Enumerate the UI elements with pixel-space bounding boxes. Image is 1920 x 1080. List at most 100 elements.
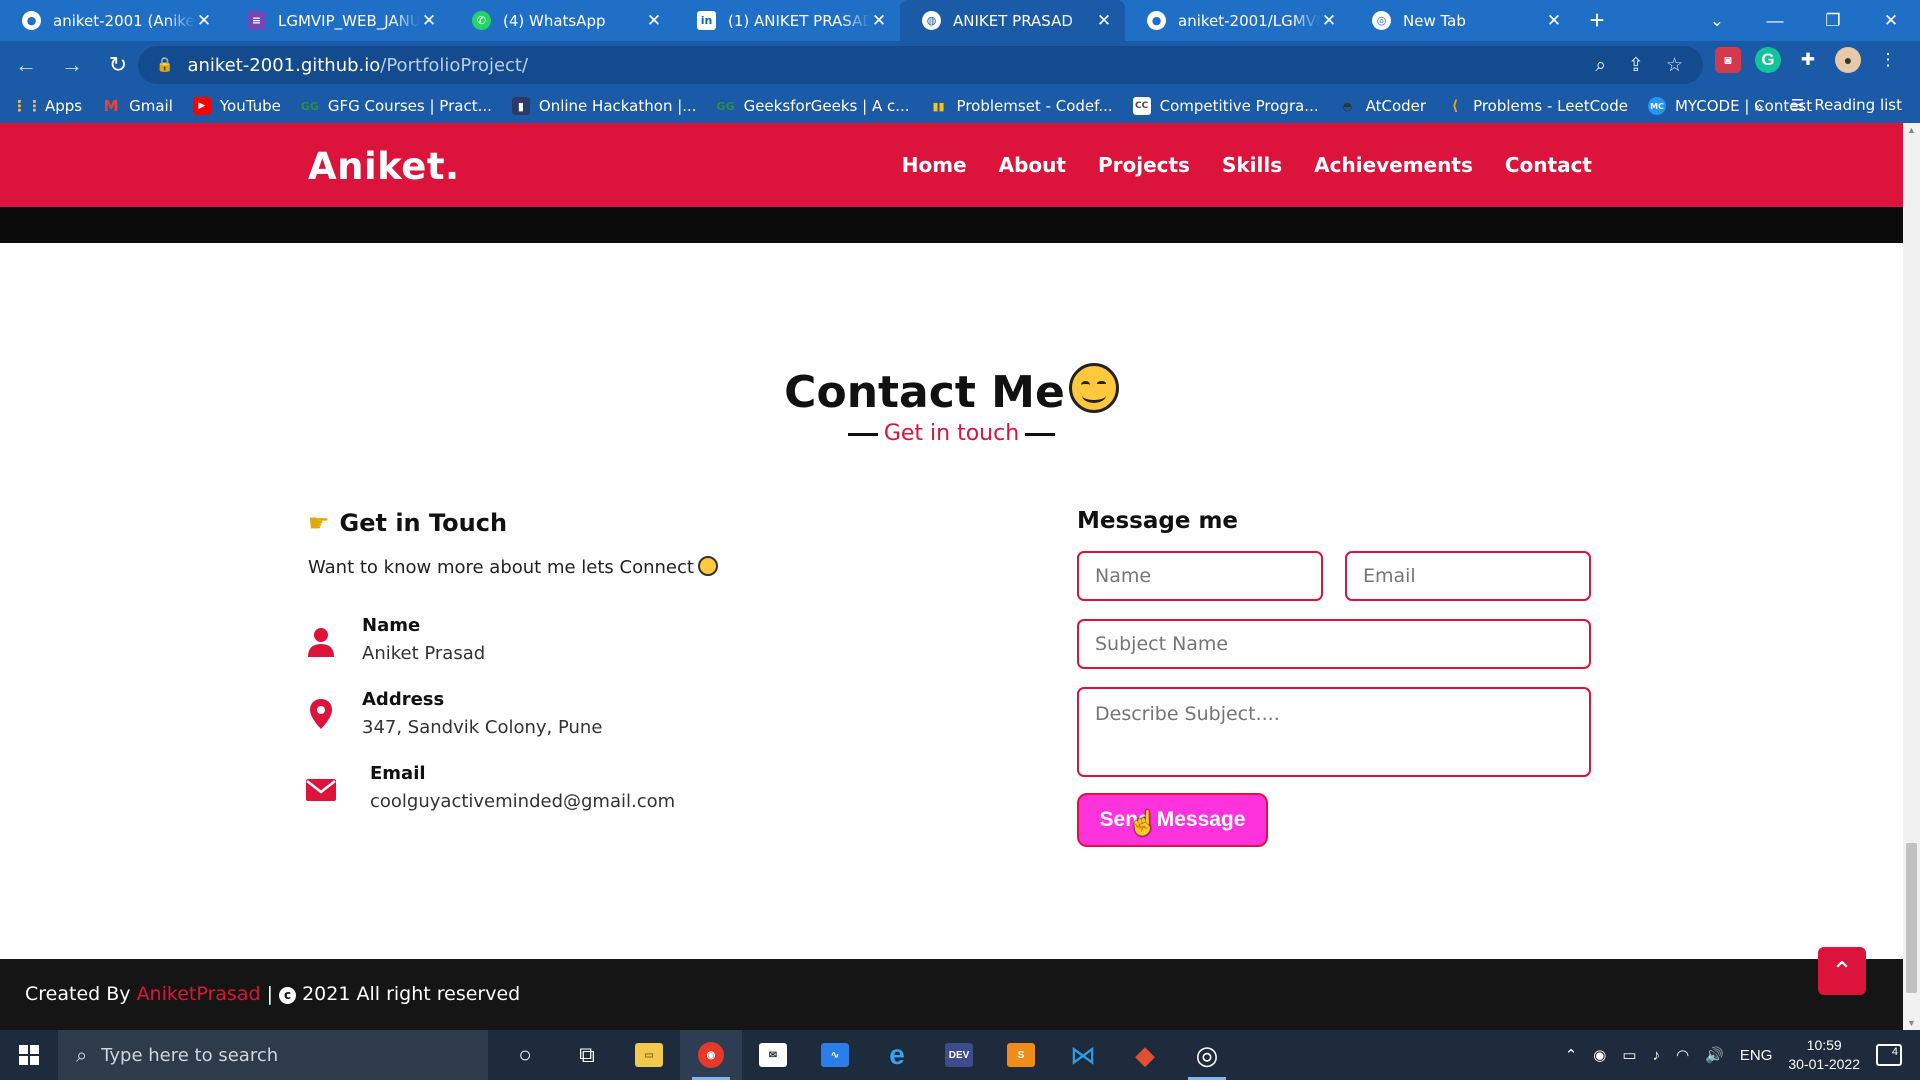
cortana-icon[interactable]: ○: [494, 1030, 556, 1080]
scroll-to-top-button[interactable]: ⌃: [1818, 947, 1866, 995]
site-menu: Home About Projects Skills Achievements …: [902, 153, 1592, 177]
nav-link-contact[interactable]: Contact: [1505, 153, 1592, 177]
pocket-extension-icon[interactable]: ◙: [1715, 47, 1741, 73]
git-icon[interactable]: ◆: [1114, 1030, 1176, 1080]
extensions-puzzle-icon[interactable]: ✚: [1795, 47, 1821, 73]
bookmark-gfg-courses[interactable]: GG GFG Courses | Pract...: [301, 97, 492, 115]
browser-tab-linkedin[interactable]: in (1) ANIKET PRASAD | LinkedIn ✕: [675, 0, 900, 41]
microphone-icon[interactable]: ♪: [1653, 1047, 1661, 1064]
subject-input[interactable]: [1077, 619, 1591, 669]
close-icon[interactable]: ✕: [1545, 11, 1563, 31]
contact-info-name: Name Aniket Prasad: [306, 615, 485, 664]
close-icon[interactable]: ✕: [1320, 11, 1338, 31]
address-bar[interactable]: 🔒 aniket-2001.github.io/PortfolioProject…: [138, 46, 1703, 84]
github-icon: ●: [22, 11, 41, 30]
nav-link-about[interactable]: About: [999, 153, 1066, 177]
mail-icon[interactable]: ✉: [742, 1030, 804, 1080]
scrollbar-thumb[interactable]: [1906, 843, 1917, 993]
bookmark-leetcode[interactable]: ⟨ Problems - LeetCode: [1446, 97, 1628, 115]
sublime-text-icon[interactable]: S: [990, 1030, 1052, 1080]
bookmark-mycode[interactable]: MC MYCODE | Contest: [1647, 97, 1812, 115]
restore-button[interactable]: ❐: [1804, 0, 1862, 41]
bookmark-codechef[interactable]: CC Competitive Progra...: [1132, 97, 1319, 115]
reload-button[interactable]: ↻: [98, 45, 138, 85]
minimize-button[interactable]: —: [1746, 0, 1804, 41]
browser-tab-lgmvip-form[interactable]: ≡ LGMVIP_WEB_JANUARY ✕: [225, 0, 450, 41]
tab-title: (1) ANIKET PRASAD | LinkedIn: [728, 11, 870, 30]
battery-icon[interactable]: ▭: [1622, 1046, 1636, 1064]
volume-icon[interactable]: 🔊: [1705, 1046, 1724, 1064]
tab-title: LGMVIP_WEB_JANUARY: [278, 11, 420, 30]
zoom-icon[interactable]: ⌕: [1595, 54, 1606, 76]
send-message-button[interactable]: Send Message: [1077, 793, 1268, 847]
close-icon[interactable]: ✕: [870, 11, 888, 31]
taskbar-search-box[interactable]: ⌕ Type here to search: [58, 1030, 488, 1080]
whiteboard-icon[interactable]: ∿: [804, 1030, 866, 1080]
browser-tab-portfolio[interactable]: ◍ ANIKET PRASAD ✕: [900, 0, 1125, 41]
new-tab-button[interactable]: +: [1575, 0, 1619, 41]
close-icon[interactable]: ✕: [195, 11, 213, 31]
browser-menu-icon[interactable]: ⋮: [1875, 47, 1901, 73]
start-button[interactable]: [0, 1030, 58, 1080]
grammarly-extension-icon[interactable]: G: [1755, 47, 1781, 73]
site-brand-logo[interactable]: Aniket.: [308, 145, 460, 188]
reading-list-button[interactable]: ☰ Reading list: [1791, 96, 1902, 114]
nav-link-projects[interactable]: Projects: [1098, 153, 1190, 177]
more-bookmarks-button[interactable]: »: [1754, 97, 1764, 116]
close-window-button[interactable]: ✕: [1862, 0, 1920, 41]
profile-avatar[interactable]: ●: [1835, 47, 1861, 73]
email-input[interactable]: [1345, 551, 1591, 601]
notifications-icon[interactable]: 4: [1876, 1044, 1902, 1066]
window-controls: ⌄ — ❐ ✕: [1688, 0, 1920, 41]
forward-button[interactable]: →: [52, 45, 92, 85]
obs-icon[interactable]: ◎: [1176, 1030, 1238, 1080]
lock-icon[interactable]: 🔒: [156, 57, 173, 73]
nav-link-skills[interactable]: Skills: [1222, 153, 1282, 177]
bookmark-apps[interactable]: ⋮⋮ Apps: [12, 97, 82, 115]
browser-tab-whatsapp[interactable]: ✆ (4) WhatsApp ✕: [450, 0, 675, 41]
webcam-icon[interactable]: ◉: [1593, 1046, 1606, 1064]
wifi-icon[interactable]: ◠: [1676, 1046, 1689, 1064]
message-textarea[interactable]: [1077, 687, 1591, 777]
bookmark-online-hackathon[interactable]: ▮ Online Hackathon |...: [511, 97, 697, 115]
edge-icon[interactable]: e: [866, 1030, 928, 1080]
bookmark-gmail[interactable]: M Gmail: [102, 97, 173, 115]
page-scrollbar[interactable]: ▲ ▼: [1903, 123, 1920, 1030]
scroll-down-arrow-icon[interactable]: ▼: [1903, 1018, 1920, 1028]
atcoder-icon: ◓: [1342, 99, 1353, 113]
system-tray: ⌃ ◉ ▭ ♪ ◠ 🔊 ENG 10:59 30-01-2022 4: [1565, 1030, 1920, 1080]
language-indicator[interactable]: ENG: [1740, 1047, 1773, 1064]
back-button[interactable]: ←: [6, 45, 46, 85]
linkedin-icon: in: [697, 11, 716, 30]
pointing-hand-icon: ☛: [308, 509, 330, 537]
bookmark-atcoder[interactable]: ◓ AtCoder: [1339, 97, 1426, 115]
browser-toolbar: ← → ↻ 🔒 aniket-2001.github.io/PortfolioP…: [0, 41, 1920, 89]
hackathon-icon: ▮: [511, 97, 530, 115]
get-in-touch-text: Want to know more about me lets Connect: [308, 556, 718, 578]
browser-tab-github-repo[interactable]: ● aniket-2001/LGMVIP-WEB ✕: [1125, 0, 1350, 41]
scroll-up-arrow-icon[interactable]: ▲: [1903, 125, 1920, 135]
file-explorer-icon[interactable]: ▭: [618, 1030, 680, 1080]
vscode-icon[interactable]: ⋈: [1052, 1030, 1114, 1080]
chrome-taskbar-icon[interactable]: ◉: [680, 1030, 742, 1080]
browser-tab-github-profile[interactable]: ● aniket-2001 (Aniket Prasad) ✕: [0, 0, 225, 41]
bookmark-youtube[interactable]: ▶ YouTube: [192, 97, 281, 115]
bookmark-geeksforgeeks[interactable]: GG GeeksforGeeks | A c...: [717, 97, 910, 115]
close-icon[interactable]: ✕: [645, 11, 663, 31]
bookmark-codeforces[interactable]: ▮▮ Problemset - Codef...: [930, 97, 1112, 115]
taskbar-clock[interactable]: 10:59 30-01-2022: [1788, 1036, 1860, 1074]
browser-tab-new-tab[interactable]: ◎ New Tab ✕: [1350, 0, 1575, 41]
close-icon[interactable]: ✕: [1095, 11, 1113, 31]
share-icon[interactable]: ⇪: [1628, 54, 1644, 76]
tray-overflow-chevron-icon[interactable]: ⌃: [1565, 1046, 1578, 1064]
devcpp-icon[interactable]: DEV: [928, 1030, 990, 1080]
task-view-icon[interactable]: ⧉: [556, 1030, 618, 1080]
nav-link-achievements[interactable]: Achievements: [1314, 153, 1473, 177]
codechef-icon: CC: [1132, 97, 1151, 115]
footer-author-link[interactable]: AniketPrasad: [137, 983, 261, 1005]
name-input[interactable]: [1077, 551, 1323, 601]
nav-link-home[interactable]: Home: [902, 153, 967, 177]
close-icon[interactable]: ✕: [420, 11, 438, 31]
tab-search-icon[interactable]: ⌄: [1688, 0, 1746, 41]
bookmark-star-icon[interactable]: ☆: [1666, 54, 1683, 76]
